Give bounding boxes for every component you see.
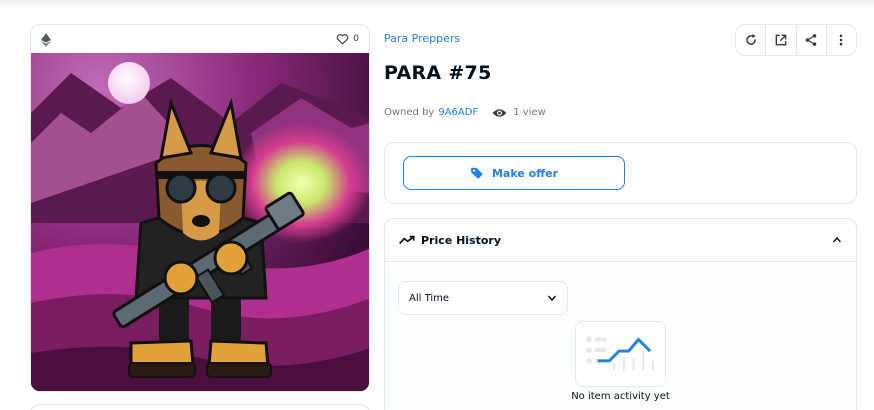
view-count: 1 view (513, 107, 546, 118)
share-icon (805, 34, 817, 46)
nft-artwork[interactable] (31, 53, 370, 392)
make-offer-button[interactable]: Make offer (403, 156, 625, 190)
price-history-title: Price History (421, 233, 502, 247)
time-range-value: All Time (409, 292, 450, 304)
refresh-button[interactable] (736, 25, 767, 55)
collection-link[interactable]: Para Preppers (384, 32, 460, 45)
chevron-up-icon (832, 236, 842, 243)
media-card: 0 (30, 24, 370, 392)
details-card (30, 404, 370, 410)
open-external-button[interactable] (766, 25, 797, 55)
price-history-header[interactable]: Price History (385, 219, 856, 262)
owner-row: Owned by 9A6ADF 1 view (384, 107, 546, 118)
item-toolbar (735, 24, 857, 56)
more-options-button[interactable] (827, 25, 856, 55)
eye-icon (492, 108, 507, 117)
owner-link[interactable]: 9A6ADF (438, 107, 478, 118)
owned-by-label: Owned by (384, 107, 435, 118)
tag-icon (471, 167, 483, 179)
price-history-body: All Time No item activity yet (385, 262, 856, 410)
empty-activity-message: No item activity yet (571, 391, 670, 402)
item-title: PARA #75 (384, 62, 492, 84)
price-history-panel: Price History All Time No item activity (384, 218, 857, 410)
more-vertical-icon (840, 34, 843, 46)
offer-panel: Make offer (384, 142, 857, 204)
time-range-select[interactable]: All Time (398, 281, 568, 315)
empty-chart-illustration (575, 321, 666, 387)
top-divider (0, 0, 874, 6)
share-button[interactable] (797, 25, 827, 55)
trending-up-icon (399, 235, 415, 244)
external-link-icon (775, 34, 787, 46)
media-header: 0 (31, 25, 369, 53)
ethereum-icon (41, 32, 51, 47)
make-offer-label: Make offer (491, 166, 559, 180)
chevron-down-icon (547, 295, 557, 302)
favorite-button[interactable]: 0 (336, 33, 359, 45)
refresh-icon (745, 34, 756, 45)
favorite-count: 0 (353, 34, 359, 44)
heart-icon (336, 34, 349, 45)
